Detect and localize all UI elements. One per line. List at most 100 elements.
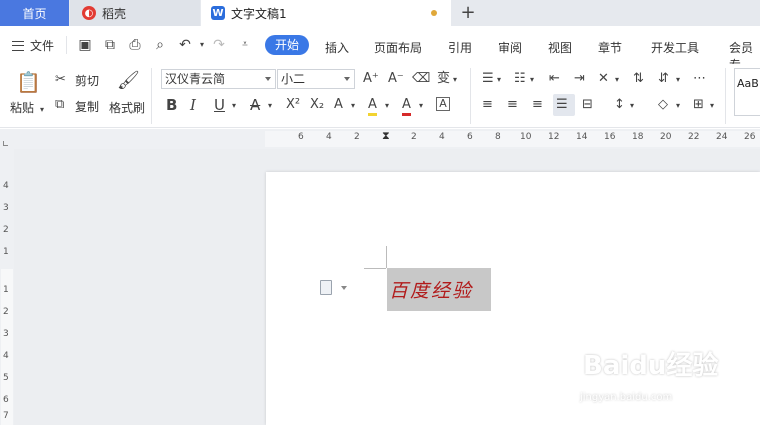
writer-doc-icon: W [211, 6, 225, 20]
print-icon[interactable]: ⎙ [127, 37, 143, 53]
horizontal-ruler[interactable]: 6 4 2 ⧗ 2 4 6 8 10 12 14 16 18 20 22 24 … [0, 129, 760, 149]
paste-icon[interactable]: 📋 [16, 70, 41, 94]
shrink-font-icon[interactable]: A⁻ [388, 71, 404, 87]
ruler-corner-tab-icon[interactable] [3, 141, 8, 146]
shading-icon[interactable]: ◇ [658, 97, 668, 113]
borders-dropdown-icon[interactable]: ▾ [710, 98, 714, 114]
chevron-down-icon[interactable] [341, 286, 347, 290]
paste-dropdown-icon[interactable]: ▾ [40, 102, 44, 118]
tab-document[interactable]: W 文字文稿1 [201, 0, 451, 26]
tab-home[interactable]: 首页 [0, 0, 69, 26]
numbered-list-icon[interactable]: ☷ [514, 71, 526, 87]
strikethrough-button[interactable]: A [250, 97, 260, 113]
pinyin-dropdown-icon[interactable]: ▾ [453, 72, 457, 88]
line-spacing-icon[interactable]: ↕ [614, 97, 625, 113]
character-border-button[interactable]: A [436, 97, 450, 111]
superscript-button[interactable]: X² [282, 97, 304, 113]
bullet-list-dropdown-icon[interactable]: ▾ [497, 72, 501, 88]
font-color-button[interactable]: A [402, 97, 411, 116]
text-direction-icon[interactable]: ⇅ [633, 71, 644, 87]
highlight-button[interactable]: A [368, 97, 377, 116]
clear-format-icon[interactable]: ⌫ [412, 71, 430, 87]
print-preview-icon[interactable]: ⌕ [152, 37, 168, 53]
line-spacing-dropdown-icon[interactable]: ▾ [630, 98, 634, 114]
chinese-layout-icon[interactable]: ✕ [598, 71, 609, 87]
undo-dropdown-icon[interactable]: ▾ [194, 37, 210, 53]
cut-button[interactable]: 剪切 [75, 72, 99, 89]
menu-review[interactable]: 审阅 [498, 39, 522, 56]
vertical-ruler[interactable]: 4 3 2 1 1 2 3 4 5 6 7 [0, 149, 14, 425]
format-painter-icon[interactable]: 🖌 [117, 69, 140, 93]
pinyin-guide-icon[interactable]: 变 [437, 71, 450, 87]
ribbon: 📋 粘贴 ▾ ✂ 剪切 ⧉ 复制 🖌 格式刷 汉仪青云简 小二 A⁺ A⁻ ⌫ … [0, 64, 760, 128]
menu-page-layout[interactable]: 页面布局 [374, 39, 422, 56]
copy-button[interactable]: 复制 [75, 98, 99, 115]
menu-references[interactable]: 引用 [448, 39, 472, 56]
align-right-icon[interactable]: ≡ [532, 97, 543, 113]
ruler-number: 8 [495, 132, 501, 142]
ruler-number: 4 [439, 132, 445, 142]
paste-button[interactable]: 粘贴 [10, 99, 34, 116]
ruler-number: 2 [411, 132, 417, 142]
font-size-select[interactable]: 小二 [277, 69, 355, 89]
sort-icon[interactable]: ⇵ [658, 71, 669, 87]
numbered-list-dropdown-icon[interactable]: ▾ [530, 72, 534, 88]
save-icon[interactable]: ▣ [77, 37, 93, 53]
new-tab-button[interactable]: + [458, 3, 478, 23]
bold-button[interactable]: B [166, 97, 177, 113]
ruler-number: 2 [3, 225, 9, 235]
ruler-number: 3 [3, 329, 9, 339]
font-name-value: 汉仪青云简 [165, 72, 226, 86]
format-painter-button[interactable]: 格式刷 [109, 99, 145, 116]
ruler-number: 1 [3, 285, 9, 295]
scissors-icon[interactable]: ✂ [55, 72, 66, 88]
ruler-number: 18 [632, 132, 644, 142]
chevron-down-icon [265, 77, 271, 81]
document-text[interactable]: 百度经验 [389, 276, 473, 303]
underline-dropdown-icon[interactable]: ▾ [232, 98, 236, 114]
align-center-icon[interactable]: ≡ [507, 97, 518, 113]
document-page[interactable] [266, 172, 760, 425]
redo-icon[interactable]: ↷ [211, 37, 227, 53]
menu-developer[interactable]: 开发工具 [651, 39, 699, 56]
ruler-number: 14 [576, 132, 588, 142]
sort-dropdown-icon[interactable]: ▾ [676, 72, 680, 88]
tab-home-label: 首页 [22, 6, 47, 21]
text-effect-dropdown-icon[interactable]: ▾ [351, 98, 355, 114]
text-effect-button[interactable]: A [334, 97, 343, 113]
tab-daoke[interactable]: ◐ 稻壳 [70, 0, 200, 26]
bullet-list-icon[interactable]: ☰ [482, 71, 494, 87]
undo-icon[interactable]: ↶ [177, 37, 193, 53]
decrease-indent-icon[interactable]: ⇤ [549, 71, 560, 87]
style-gallery[interactable]: AaB [734, 68, 760, 116]
highlight-dropdown-icon[interactable]: ▾ [385, 98, 389, 114]
ruler-number: 12 [548, 132, 560, 142]
italic-button[interactable]: I [190, 97, 196, 113]
export-pdf-icon[interactable]: ⧉ [102, 37, 118, 53]
borders-icon[interactable]: ⊞ [693, 97, 704, 113]
align-justify-icon: ☰ [556, 97, 568, 112]
shading-dropdown-icon[interactable]: ▾ [676, 98, 680, 114]
menu-view[interactable]: 视图 [548, 39, 572, 56]
show-hide-marks-icon[interactable]: ⋯ [693, 71, 706, 87]
baidu-watermark-url: jingyan.baidu.com [580, 392, 673, 403]
customize-quick-access-icon[interactable]: ⩡ [237, 37, 253, 53]
distributed-align-icon[interactable]: ⊟ [582, 97, 593, 113]
font-name-select[interactable]: 汉仪青云简 [161, 69, 276, 89]
strikethrough-dropdown-icon[interactable]: ▾ [268, 98, 272, 114]
menu-insert[interactable]: 插入 [325, 39, 349, 56]
font-color-dropdown-icon[interactable]: ▾ [419, 98, 423, 114]
underline-button[interactable]: U [214, 97, 225, 113]
paragraph-handle-icon[interactable] [320, 280, 332, 295]
indent-marker-icon[interactable]: ⧗ [382, 129, 390, 143]
subscript-button[interactable]: X₂ [306, 97, 328, 113]
increase-indent-icon[interactable]: ⇥ [574, 71, 585, 87]
align-left-icon[interactable]: ≡ [482, 97, 493, 113]
file-menu[interactable]: 文件 [12, 37, 54, 54]
menu-section[interactable]: 章节 [598, 39, 622, 56]
chevron-down-icon [344, 77, 350, 81]
copy-icon[interactable]: ⧉ [55, 97, 64, 113]
chinese-layout-dropdown-icon[interactable]: ▾ [615, 72, 619, 88]
grow-font-icon[interactable]: A⁺ [363, 71, 379, 87]
menu-start[interactable]: 开始 [265, 35, 309, 55]
